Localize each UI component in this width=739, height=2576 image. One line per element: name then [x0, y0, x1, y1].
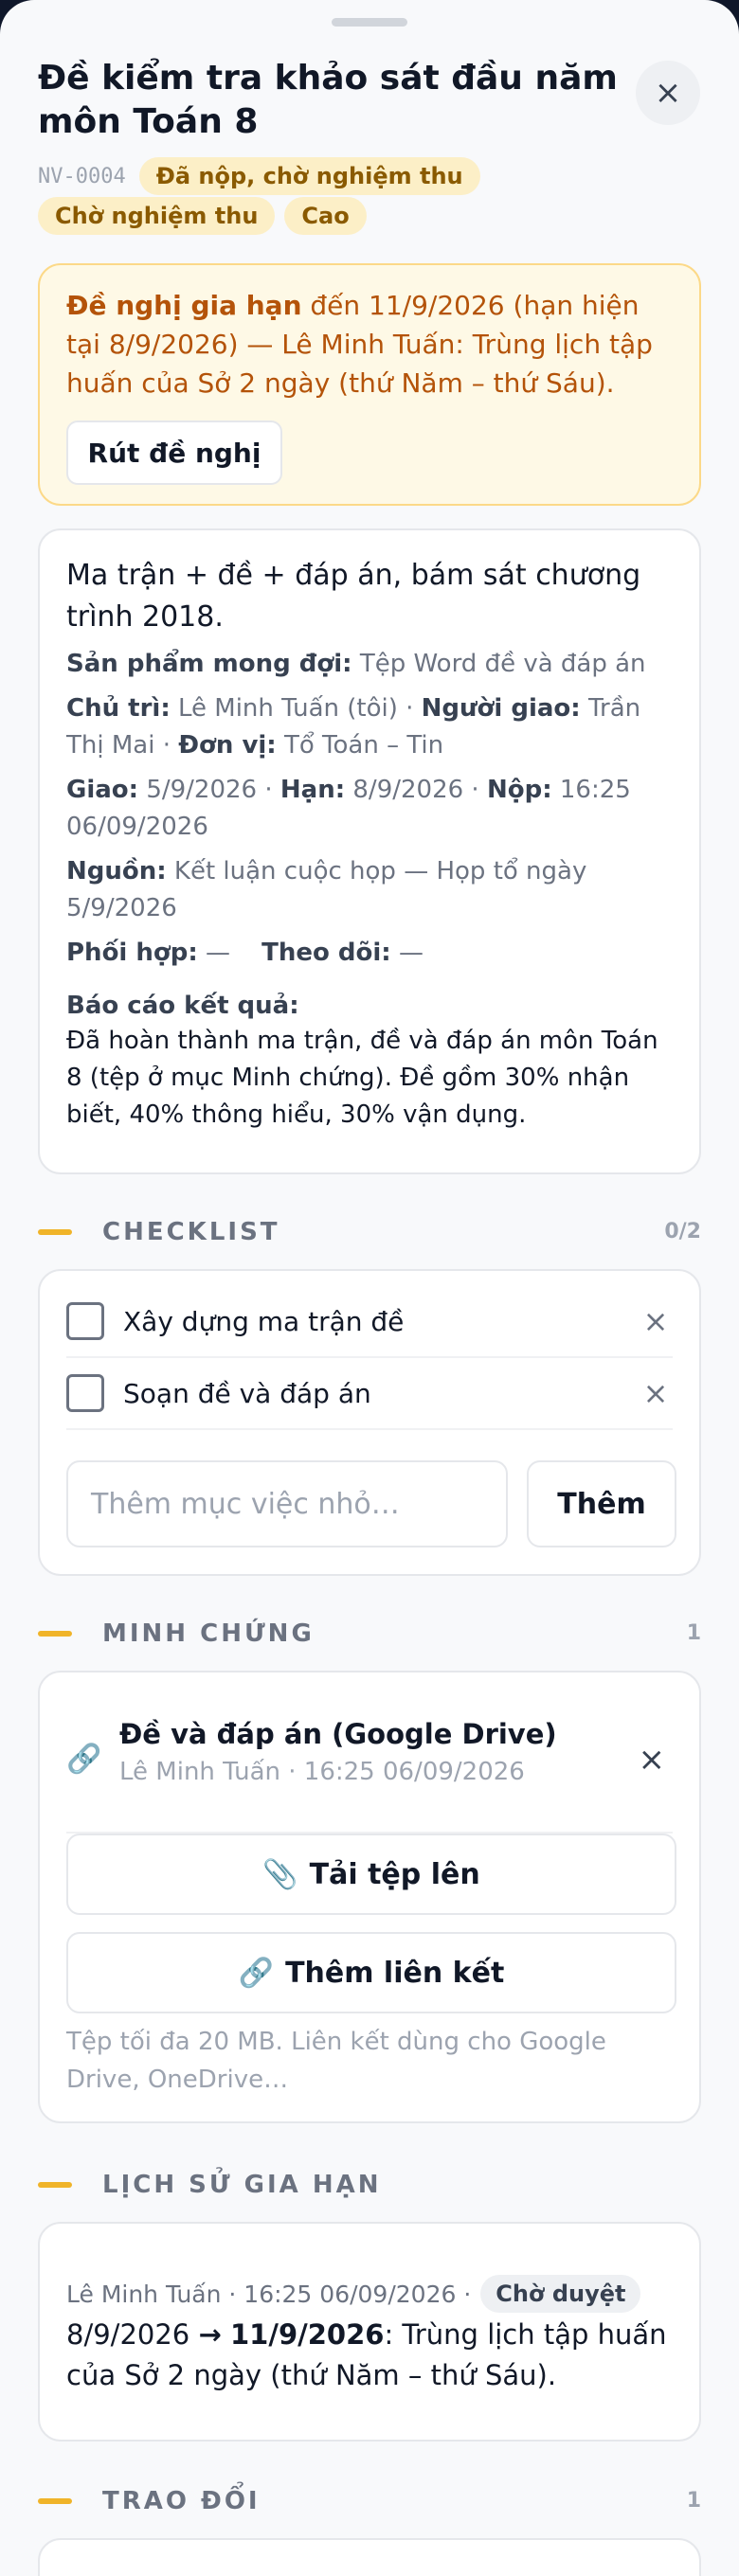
coop-label: Phối hợp:	[66, 939, 198, 967]
task-meta-row-2: Chờ nghiệm thu Cao	[38, 197, 701, 235]
remove-item-icon[interactable]: ×	[639, 1375, 673, 1411]
source-label: Nguồn:	[66, 857, 167, 886]
unit-value: Tổ Toán – Tin	[283, 731, 444, 760]
paperclip-icon: 📎	[262, 1857, 298, 1891]
submitted-label: Nộp:	[486, 776, 552, 804]
history-new-date: 11/9/2026	[230, 2318, 385, 2351]
source-row: Nguồn: Kết luận cuộc họp — Họp tổ ngày 5…	[66, 853, 673, 927]
withdraw-request-button[interactable]: Rút đề nghị	[66, 420, 282, 485]
history-entry-author-time: Lê Minh Tuấn · 16:25 06/09/2026 ·	[66, 2280, 472, 2308]
evidence-item-title[interactable]: Đề và đáp án (Google Drive)	[119, 1718, 557, 1750]
expected-output-row: Sản phẩm mong đợi: Tệp Word đề và đáp án	[66, 646, 673, 683]
task-detail-sheet: Đề kiểm tra khảo sát đầu năm môn Toán 8 …	[0, 0, 739, 2576]
discussion-card	[38, 2538, 701, 2576]
collaboration-row: Phối hợp: — Theo dõi: —	[66, 935, 673, 972]
task-title: Đề kiểm tra khảo sát đầu năm môn Toán 8	[38, 59, 618, 141]
checklist-item-label: Xây dựng ma trận đề	[123, 1305, 405, 1337]
close-button[interactable]: ×	[636, 61, 700, 125]
discussion-section-header: TRAO ĐỔI 1	[38, 2481, 701, 2519]
sheet-grabber[interactable]	[332, 18, 407, 27]
evidence-title: MINH CHỨNG	[102, 1619, 315, 1648]
evidence-card: 🔗 Đề và đáp án (Google Drive) Lê Minh Tu…	[38, 1671, 701, 2123]
extension-history-card: Lê Minh Tuấn · 16:25 06/09/2026 · Chờ du…	[38, 2222, 701, 2442]
evidence-section-header: MINH CHỨNG 1	[38, 1614, 701, 1652]
history-status-badge: Chờ duyệt	[480, 2275, 641, 2313]
unit-label: Đơn vị:	[178, 731, 277, 760]
section-accent-bar	[38, 2182, 72, 2188]
checklist-count: 0/2	[664, 1220, 701, 1243]
priority-badge: Cao	[284, 197, 367, 235]
add-checklist-button[interactable]: Thêm	[527, 1460, 676, 1547]
checklist-item-input[interactable]: Thêm mục việc nhỏ…	[66, 1460, 508, 1547]
due-date-value: 8/9/2026	[352, 776, 464, 804]
evidence-note: Tệp tối đa 20 MB. Liên kết dùng cho Goog…	[66, 2028, 606, 2094]
extension-history-title: LỊCH SỬ GIA HẠN	[102, 2171, 382, 2199]
close-icon: ×	[654, 74, 682, 112]
checklist-title: CHECKLIST	[102, 1218, 280, 1246]
section-accent-bar	[38, 2498, 72, 2504]
task-meta-row: NV-0004 Đã nộp, chờ nghiệm thu	[38, 157, 701, 195]
follow-label: Theo dõi:	[261, 939, 391, 967]
evidence-item-meta: Lê Minh Tuấn · 16:25 06/09/2026	[119, 1758, 525, 1786]
checklist-checkbox[interactable]	[66, 1302, 104, 1340]
coop-value: —	[206, 939, 231, 967]
history-entry-text: 8/9/2026 → 11/9/2026: Trùng lịch tập huấ…	[66, 2315, 673, 2396]
dates-row: Giao: 5/9/2026 · Hạn: 8/9/2026 · Nộp: 16…	[66, 776, 631, 841]
task-details-card: Ma trận + đề + đáp án, bám sát chương tr…	[38, 528, 701, 1174]
task-description: Ma trận + đề + đáp án, bám sát chương tr…	[66, 559, 641, 634]
upload-file-button[interactable]: 📎 Tải tệp lên	[66, 1834, 676, 1915]
add-link-button[interactable]: 🔗 Thêm liên kết	[66, 1932, 676, 2013]
report-label: Báo cáo kết quả:	[66, 992, 299, 1020]
checklist-checkbox[interactable]	[66, 1374, 104, 1412]
remove-evidence-icon[interactable]: ×	[639, 1741, 666, 1779]
owner-value: Lê Minh Tuấn (tôi)	[177, 694, 398, 723]
add-link-label: Thêm liên kết	[285, 1956, 505, 1990]
history-entry-meta: Lê Minh Tuấn · 16:25 06/09/2026 · Chờ du…	[66, 2275, 641, 2313]
report-text: Đã hoàn thành ma trận, đề và đáp án môn …	[66, 1027, 658, 1129]
checklist-item-label: Soạn đề và đáp án	[123, 1377, 371, 1409]
expected-output-label: Sản phẩm mong đợi:	[66, 650, 352, 678]
checklist-item: Soạn đề và đáp án ×	[66, 1358, 673, 1430]
task-code: NV-0004	[38, 164, 126, 188]
discussion-count: 1	[686, 2489, 701, 2513]
checklist-item: Xây dựng ma trận đề ×	[66, 1286, 673, 1358]
section-accent-bar	[38, 1631, 72, 1637]
evidence-item[interactable]: 🔗 Đề và đáp án (Google Drive) Lê Minh Tu…	[66, 1691, 673, 1834]
section-accent-bar	[38, 1229, 72, 1235]
extension-request-text: Đề nghị gia hạn đến 11/9/2026 (hạn hiện …	[66, 286, 673, 402]
assigner-label: Người giao:	[421, 694, 581, 723]
evidence-count: 1	[686, 1621, 701, 1645]
people-row: Chủ trì: Lê Minh Tuấn (tôi) · Người giao…	[66, 694, 641, 760]
link-icon: 🔗	[66, 1743, 102, 1776]
upload-file-label: Tải tệp lên	[309, 1857, 480, 1891]
add-checklist-row: Thêm mục việc nhỏ… Thêm	[66, 1460, 676, 1547]
extension-request-label: Đề nghị gia hạn	[66, 290, 302, 321]
discussion-title: TRAO ĐỔI	[102, 2487, 261, 2515]
extension-history-section-header: LỊCH SỬ GIA HẠN	[38, 2165, 701, 2203]
checklist-card: Xây dựng ma trận đề × Soạn đề và đáp án …	[38, 1269, 701, 1576]
checklist-section-header: CHECKLIST 0/2	[38, 1212, 701, 1250]
assigned-date-value: 5/9/2026	[146, 776, 258, 804]
owner-label: Chủ trì:	[66, 694, 171, 723]
due-date-label: Hạn:	[279, 776, 346, 804]
expected-output-value: Tệp Word đề và đáp án	[359, 650, 646, 678]
extension-request-card: Đề nghị gia hạn đến 11/9/2026 (hạn hiện …	[38, 263, 701, 506]
link-icon: 🔗	[238, 1956, 275, 1990]
review-badge: Chờ nghiệm thu	[38, 197, 276, 235]
status-badge: Đã nộp, chờ nghiệm thu	[138, 157, 480, 195]
remove-item-icon[interactable]: ×	[639, 1303, 673, 1339]
assigned-date-label: Giao:	[66, 776, 139, 804]
follow-value: —	[398, 939, 424, 967]
history-old-date: 8/9/2026	[66, 2318, 190, 2351]
arrow-right-icon: →	[198, 2318, 222, 2351]
